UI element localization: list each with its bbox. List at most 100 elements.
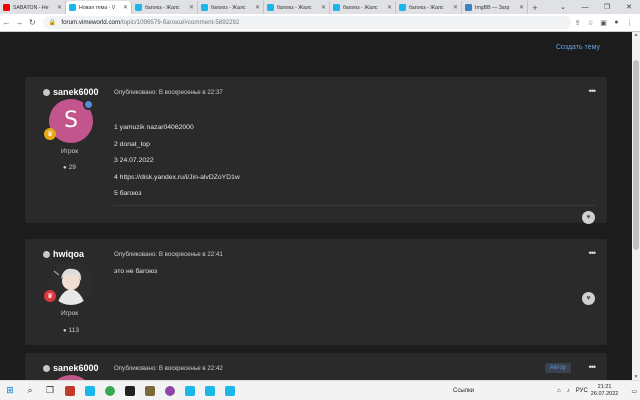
comment-icon: ● (63, 165, 67, 171)
lock-icon[interactable]: 🔒 (49, 19, 56, 26)
tab-label: багоюз - Жалс (145, 4, 180, 11)
browser-tab[interactable]: SABATON - Нe ✕ (0, 1, 66, 14)
extensions-icon[interactable]: ▣ (597, 19, 610, 27)
forward-icon[interactable]: → (13, 18, 26, 27)
post-body: 1 yamuzik nazar04062000 2 donat_top 3 24… (114, 124, 240, 208)
volume-icon[interactable]: ♪ (567, 388, 570, 394)
vimeworld-icon (135, 4, 142, 11)
app-icon[interactable] (160, 382, 180, 400)
clock-date: 26.07.2022 (590, 391, 619, 397)
browser-tab[interactable]: багоюз - Жалс ✕ (396, 1, 462, 14)
notification-icon[interactable]: ▭ (631, 388, 637, 395)
browser-tab[interactable]: багоюз - Жалс ✕ (264, 1, 330, 14)
minimize-icon[interactable]: — (574, 4, 596, 11)
app-icon[interactable] (220, 382, 240, 400)
post-line: 1 yamuzik nazar04062000 (114, 124, 194, 131)
chrome-icon[interactable] (100, 382, 120, 400)
close-icon[interactable]: ✕ (321, 4, 326, 11)
rank-badge-icon: ♛ (44, 128, 56, 140)
post-line: это не багоюз (114, 268, 158, 275)
like-heart-icon[interactable]: ♥ (582, 292, 595, 305)
avatar[interactable] (49, 261, 93, 305)
browser-tab[interactable]: багоюз - Жалс ✕ (198, 1, 264, 14)
author-name[interactable]: sanek6000 (53, 363, 99, 373)
close-icon[interactable]: ✕ (519, 4, 524, 11)
app-icon[interactable] (80, 382, 100, 400)
post-date: Опубликовано: В воскресенье в 22:37 (114, 89, 223, 96)
close-icon[interactable]: ✕ (387, 4, 392, 11)
chevron-down-icon[interactable]: ⌄ (552, 3, 574, 11)
more-options-icon[interactable]: ••• (589, 362, 597, 372)
user-role: Игрок (61, 148, 79, 155)
clock[interactable]: 21:21 26.07.2022 (591, 384, 619, 398)
close-icon[interactable]: ✕ (57, 4, 62, 11)
browser-tab-active[interactable]: Новая тема - V ✕ (66, 1, 132, 14)
links-toolbar[interactable]: Ссылки (453, 388, 474, 394)
post-date: Опубликовано: В воскресенье в 22:42 (114, 365, 223, 372)
browser-tab[interactable]: багоюз - Жалс ✕ (132, 1, 198, 14)
more-options-icon[interactable]: ••• (589, 248, 597, 258)
search-icon[interactable]: ⌕ (20, 382, 40, 400)
address-bar[interactable]: 🔒 forum.vimeworld.com /topic/1096579-баг… (42, 16, 571, 29)
anime-character-avatar (49, 261, 93, 305)
maximize-icon[interactable]: ❐ (596, 3, 618, 11)
post-author[interactable]: hwiqoa (43, 249, 84, 259)
share-icon[interactable]: ⇪ (571, 19, 584, 27)
post-author[interactable]: sanek6000 (43, 363, 99, 373)
windows-start-icon[interactable]: ⊞ (0, 382, 20, 400)
language-indicator[interactable]: РУС (576, 388, 588, 394)
window-controls: ⌄ — ❐ ✕ (552, 0, 640, 14)
offline-status-icon (43, 364, 50, 372)
forum-page: Создать тему sanek6000 Опубликовано: В в… (0, 32, 640, 380)
author-name[interactable]: hwiqoa (53, 249, 84, 259)
clock-time: 21:21 (597, 384, 612, 390)
post-count: ● 29 (63, 164, 76, 171)
author-name[interactable]: sanek6000 (53, 87, 99, 97)
comment-icon: ● (63, 328, 67, 334)
profile-icon[interactable]: ● (610, 19, 623, 27)
vimeworld-icon (201, 4, 208, 11)
app-icon[interactable] (180, 382, 200, 400)
divider (114, 205, 595, 206)
post-author[interactable]: sanek6000 (43, 87, 99, 97)
tab-label: SABATON - Нe (13, 4, 49, 11)
new-tab-button[interactable]: + (528, 1, 542, 14)
close-icon[interactable]: ✕ (189, 4, 194, 11)
offline-status-icon (43, 88, 50, 96)
post-link[interactable]: 4 https://disk.yandex.ru/i/Jin-alvDZoYD1… (114, 174, 240, 181)
menu-icon[interactable]: ⋮ (623, 19, 636, 27)
offline-status-icon (43, 250, 50, 258)
url-host: forum.vimeworld.com (61, 19, 121, 26)
more-options-icon[interactable]: ••• (589, 86, 597, 96)
reload-icon[interactable]: ↻ (26, 18, 39, 27)
page-scrollbar[interactable]: ▲ ▼ (632, 32, 640, 380)
browser-tab[interactable]: багоюз - Жалс ✕ (330, 1, 396, 14)
network-icon[interactable]: ⌂ (557, 388, 561, 394)
tab-label: Новая тема - V (79, 4, 116, 11)
vimeworld-icon (69, 4, 76, 11)
rank-badge-icon: ♛ (44, 290, 56, 302)
scrollbar-thumb[interactable] (633, 60, 639, 250)
youtube-icon (3, 4, 10, 11)
app-icon[interactable] (60, 382, 80, 400)
close-icon[interactable]: ✕ (453, 4, 458, 11)
create-topic-link[interactable]: Создать тему (556, 44, 600, 51)
close-icon[interactable]: ✕ (123, 4, 128, 11)
like-heart-icon[interactable]: ♥ (582, 211, 595, 224)
post: hwiqoa Опубликовано: В воскресенье в 22:… (25, 239, 607, 345)
url-path: /topic/1096579-багоюз/#comment-5892292 (120, 19, 240, 26)
scroll-up-icon[interactable]: ▲ (632, 32, 640, 38)
star-icon[interactable]: ☆ (584, 19, 597, 27)
browser-tab[interactable]: ImgBB — Загр ✕ (462, 1, 528, 14)
post: sanek6000 Опубликовано: В воскресенье в … (25, 353, 607, 380)
close-icon[interactable]: ✕ (255, 4, 260, 11)
task-view-icon[interactable]: ❐ (40, 382, 60, 400)
close-window-icon[interactable]: ✕ (618, 3, 640, 11)
back-icon[interactable]: ← (0, 18, 13, 27)
app-icon[interactable] (140, 382, 160, 400)
tab-label: багоюз - Жалс (211, 4, 246, 11)
app-icon[interactable] (120, 382, 140, 400)
app-icon[interactable] (200, 382, 220, 400)
author-badge: Автор (544, 363, 571, 373)
post-line: 5 багоюз (114, 190, 142, 197)
